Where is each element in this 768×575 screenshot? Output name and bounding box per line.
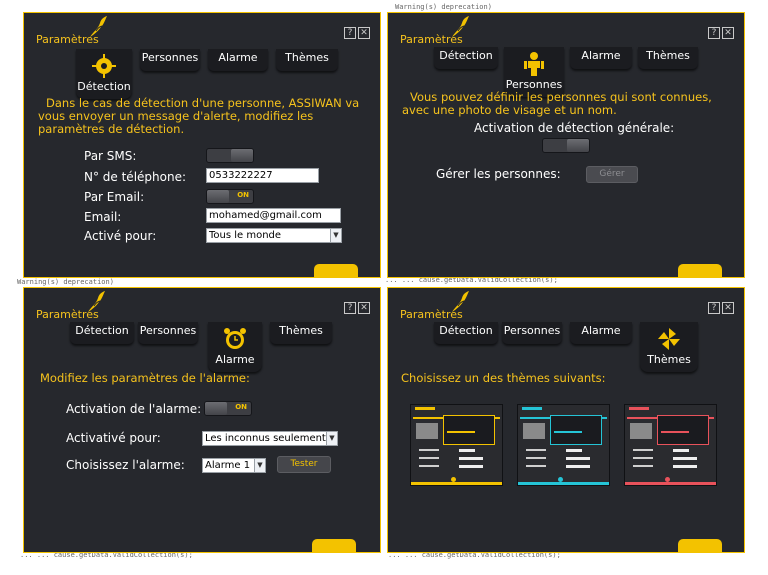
settings-window-themes: Paramètres ? ✕ Détection Personnes Alarm… xyxy=(387,287,745,553)
choose-alarm-label: Choisissez l'alarme: xyxy=(66,458,185,472)
theme-thumbnail-red[interactable] xyxy=(624,404,717,486)
close-button[interactable]: ✕ xyxy=(722,302,734,314)
screenshot-collage: Warning(s) deprecation) Warning(s) depre… xyxy=(0,0,768,575)
corner-tab[interactable] xyxy=(314,264,358,277)
tab-themes[interactable]: Thèmes xyxy=(640,322,698,372)
email-label: Email: xyxy=(84,210,122,224)
close-button[interactable]: ✕ xyxy=(722,27,734,39)
theme-thumbnail-cyan[interactable] xyxy=(517,404,610,486)
tab-alarm[interactable]: Alarme xyxy=(208,322,262,372)
tab-themes[interactable]: Thèmes xyxy=(638,47,698,69)
window-title: Paramètres xyxy=(400,308,463,321)
persons-message: Vous pouvez définir les personnes qui so… xyxy=(402,90,712,117)
corner-tab[interactable] xyxy=(312,539,356,552)
help-button[interactable]: ? xyxy=(344,302,356,314)
activated-for-label: Activativé pour: xyxy=(66,431,161,445)
select-value: Tous le monde xyxy=(209,230,282,241)
close-button[interactable]: ✕ xyxy=(358,302,370,314)
activated-for-select[interactable]: Les inconnus seulement ▼ xyxy=(202,431,338,446)
window-title: Paramètres xyxy=(36,308,99,321)
theme-thumbnail-yellow[interactable] xyxy=(410,404,503,486)
tab-label: Détection xyxy=(77,80,131,93)
person-icon xyxy=(524,52,544,76)
toggle-state: ON xyxy=(235,403,247,411)
target-icon xyxy=(92,54,116,78)
alarm-clock-icon xyxy=(224,328,246,349)
detection-message: Dans le cas de détection d'une personne,… xyxy=(38,96,360,136)
background-text: Warning(s) deprecation) xyxy=(17,278,114,286)
sms-toggle[interactable] xyxy=(206,148,254,163)
tab-detection[interactable]: Détection xyxy=(434,322,498,344)
chevron-down-icon[interactable]: ▼ xyxy=(326,432,337,445)
tab-themes[interactable]: Thèmes xyxy=(270,322,332,344)
corner-tab[interactable] xyxy=(678,264,722,277)
settings-window-alarm: Paramètres ? ✕ Détection Personnes Alarm… xyxy=(23,287,381,553)
settings-window-persons: Paramètres ? ✕ Détection Personnes Alarm… xyxy=(387,12,745,278)
manage-persons-label: Gérer les personnes: xyxy=(436,167,561,181)
toggle-state: ON xyxy=(237,191,249,199)
email-toggle-label: Par Email: xyxy=(84,190,145,204)
window-title: Paramètres xyxy=(400,33,463,46)
alarm-activation-toggle[interactable]: ON xyxy=(204,401,252,416)
help-button[interactable]: ? xyxy=(708,27,720,39)
tab-detection[interactable]: Détection xyxy=(434,47,498,69)
test-alarm-button[interactable]: Tester xyxy=(277,456,331,473)
close-button[interactable]: ✕ xyxy=(358,27,370,39)
active-for-label: Activé pour: xyxy=(84,229,157,243)
tab-detection[interactable]: Détection xyxy=(76,49,132,99)
phone-input[interactable]: 0533222227 xyxy=(206,168,319,183)
active-for-select[interactable]: Tous le monde ▼ xyxy=(206,228,342,243)
tab-alarm[interactable]: Alarme xyxy=(570,322,632,344)
help-button[interactable]: ? xyxy=(708,302,720,314)
choose-alarm-select[interactable]: Alarme 1 ▼ xyxy=(202,458,266,473)
alarm-message: Modifiez les paramètres de l'alarme: xyxy=(40,371,250,385)
chevron-down-icon[interactable]: ▼ xyxy=(330,229,341,242)
tab-themes[interactable]: Thèmes xyxy=(276,49,338,71)
tab-persons[interactable]: Personnes xyxy=(502,322,562,344)
email-input[interactable]: mohamed@gmail.com xyxy=(206,208,341,223)
tab-persons[interactable]: Personnes xyxy=(140,49,200,71)
general-detection-label: Activation de détection générale: xyxy=(474,121,675,135)
select-value: Les inconnus seulement xyxy=(205,433,326,444)
themes-message: Choisissez un des thèmes suivants: xyxy=(401,371,606,385)
tab-label: Thèmes xyxy=(647,353,691,366)
tab-alarm[interactable]: Alarme xyxy=(570,47,632,69)
chevron-down-icon[interactable]: ▼ xyxy=(254,459,265,472)
manage-persons-button[interactable]: Gérer xyxy=(586,166,638,183)
phone-label: N° de téléphone: xyxy=(84,170,187,184)
sms-label: Par SMS: xyxy=(84,149,137,163)
select-value: Alarme 1 xyxy=(205,460,251,471)
settings-window-detection: Paramètres ? ✕ Détection Personnes Alarm… xyxy=(23,12,381,278)
window-title: Paramètres xyxy=(36,33,99,46)
tab-alarm[interactable]: Alarme xyxy=(208,49,268,71)
email-toggle[interactable]: ON xyxy=(206,189,254,204)
alarm-activation-label: Activation de l'alarme: xyxy=(66,402,202,416)
background-text: Warning(s) deprecation) xyxy=(395,3,492,11)
general-detection-toggle[interactable] xyxy=(542,138,590,153)
pinwheel-icon xyxy=(658,328,680,350)
tab-persons[interactable]: Personnes xyxy=(138,322,198,344)
help-button[interactable]: ? xyxy=(344,27,356,39)
tab-detection[interactable]: Détection xyxy=(70,322,134,344)
tab-label: Alarme xyxy=(215,353,255,366)
corner-tab[interactable] xyxy=(678,539,722,552)
